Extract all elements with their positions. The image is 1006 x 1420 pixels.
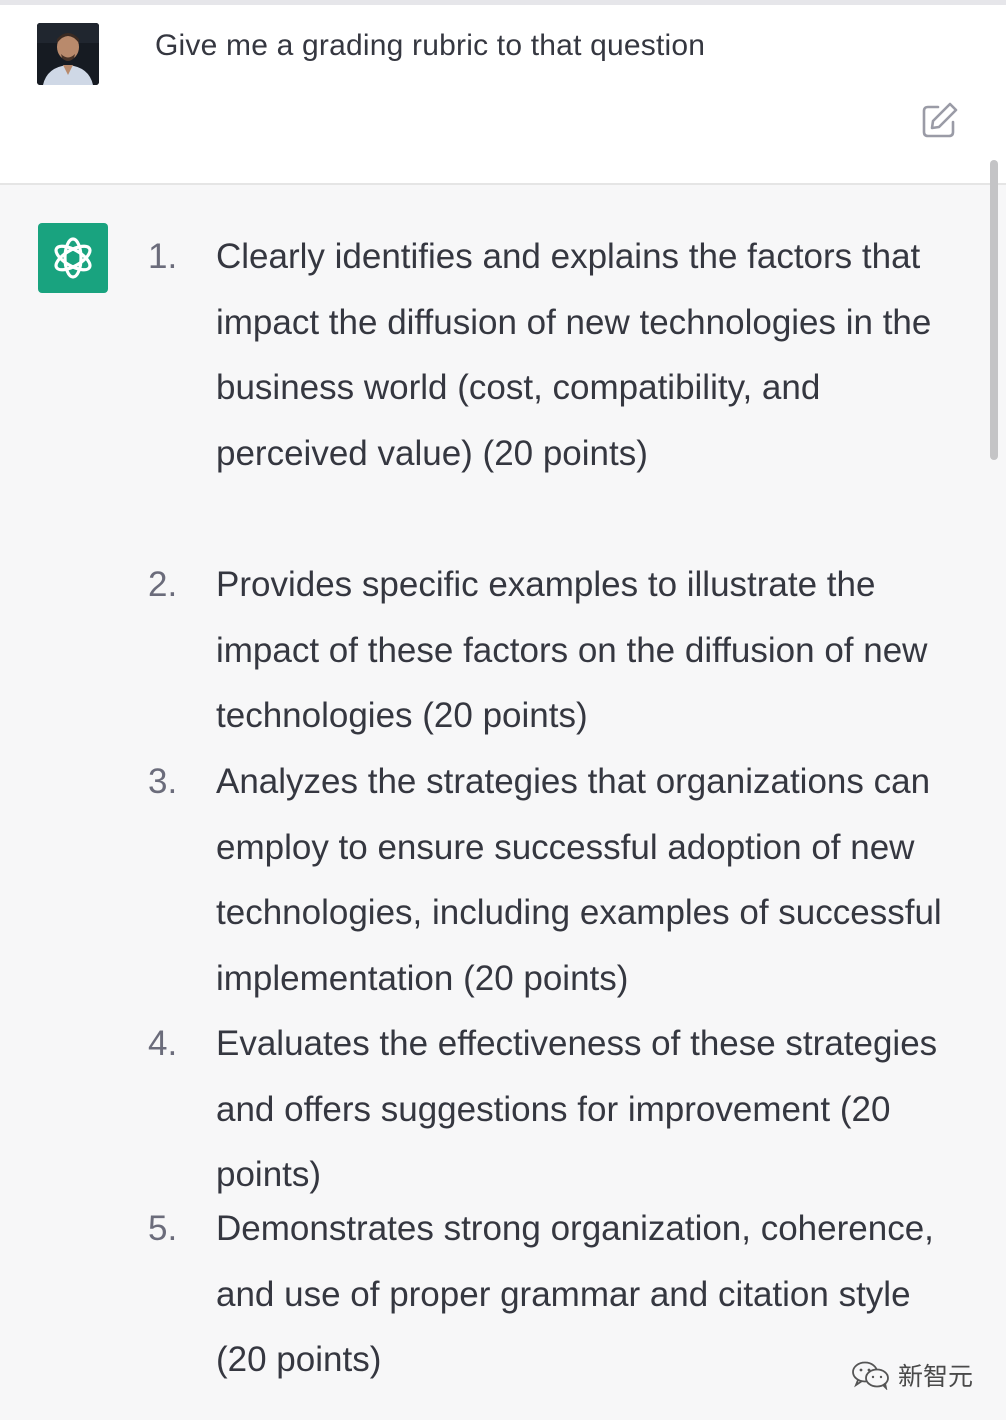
wechat-logo-icon	[852, 1361, 889, 1390]
edit-icon[interactable]	[920, 100, 960, 140]
user-photo-avatar-icon	[37, 23, 99, 85]
user-message-text: Give me a grading rubric to that questio…	[155, 29, 706, 62]
list-text: Clearly identifies and explains the fact…	[216, 237, 932, 473]
watermark-text: 新智元	[898, 1363, 974, 1391]
assistant-message-row: 1. Clearly identifies and explains the f…	[0, 185, 1006, 1420]
list-number: 4.	[148, 1024, 178, 1063]
list-number: 1.	[148, 237, 178, 276]
user-message-row: Give me a grading rubric to that questio…	[0, 5, 1006, 185]
list-number: 5.	[148, 1209, 178, 1248]
list-text: Provides specific examples to illustrate…	[216, 565, 928, 735]
scrollbar-thumb[interactable]	[990, 160, 998, 460]
assistant-avatar	[38, 223, 108, 293]
openai-logo-icon	[54, 237, 92, 279]
chat-screen: Give me a grading rubric to that questio…	[0, 0, 1006, 1420]
list-number: 3.	[148, 762, 178, 801]
list-text: Demonstrates strong organization, cohere…	[216, 1209, 934, 1379]
list-text: Analyzes the strategies that organizatio…	[216, 762, 942, 998]
list-number: 2.	[148, 565, 178, 604]
user-avatar	[37, 23, 99, 85]
watermark: 新智元	[850, 1357, 973, 1393]
list-text: Evaluates the effectiveness of these str…	[216, 1024, 938, 1194]
